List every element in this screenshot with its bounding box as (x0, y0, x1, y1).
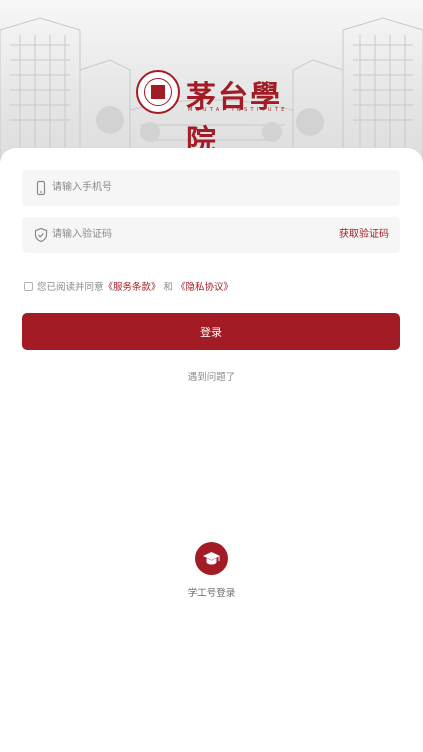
school-logo: 茅台學院 MOUTAI INSTITUTE (136, 70, 288, 159)
staff-id-login[interactable]: 学工号登录 (0, 542, 423, 599)
logo-chinese-name: 茅台學院 (186, 80, 282, 159)
phone-placeholder: 请输入手机号 (52, 182, 112, 193)
phone-icon (36, 180, 46, 196)
school-seal-icon (136, 70, 180, 114)
phone-input[interactable]: 请输入手机号 (22, 170, 400, 206)
agreement-row: 您已阅读并同意《服务条款》和《隐私协议》 (24, 281, 233, 295)
help-link[interactable]: 遇到问题了 (0, 369, 423, 383)
logo-english-name: MOUTAI INSTITUTE (188, 107, 288, 113)
service-terms-link[interactable]: 《服务条款》 (104, 282, 161, 293)
privacy-policy-link[interactable]: 《隐私协议》 (176, 282, 233, 293)
graduation-cap-icon[interactable] (195, 542, 228, 575)
agreement-prefix: 您已阅读并同意 (37, 282, 104, 293)
shield-check-icon (34, 227, 48, 243)
agreement-conjunction: 和 (163, 282, 174, 293)
code-placeholder: 请输入验证码 (52, 229, 112, 240)
get-code-button[interactable]: 获取验证码 (339, 227, 389, 243)
header-banner: 茅台學院 MOUTAI INSTITUTE (0, 0, 423, 170)
verification-code-input[interactable]: 请输入验证码 获取验证码 (22, 217, 400, 253)
login-button[interactable]: 登录 (22, 313, 400, 350)
agreement-checkbox[interactable] (24, 282, 33, 291)
login-card: 请输入手机号 请输入验证码 获取验证码 您已阅读并同意《服务条款》和《隐私协议》… (0, 148, 423, 752)
staff-id-login-label: 学工号登录 (187, 588, 236, 599)
